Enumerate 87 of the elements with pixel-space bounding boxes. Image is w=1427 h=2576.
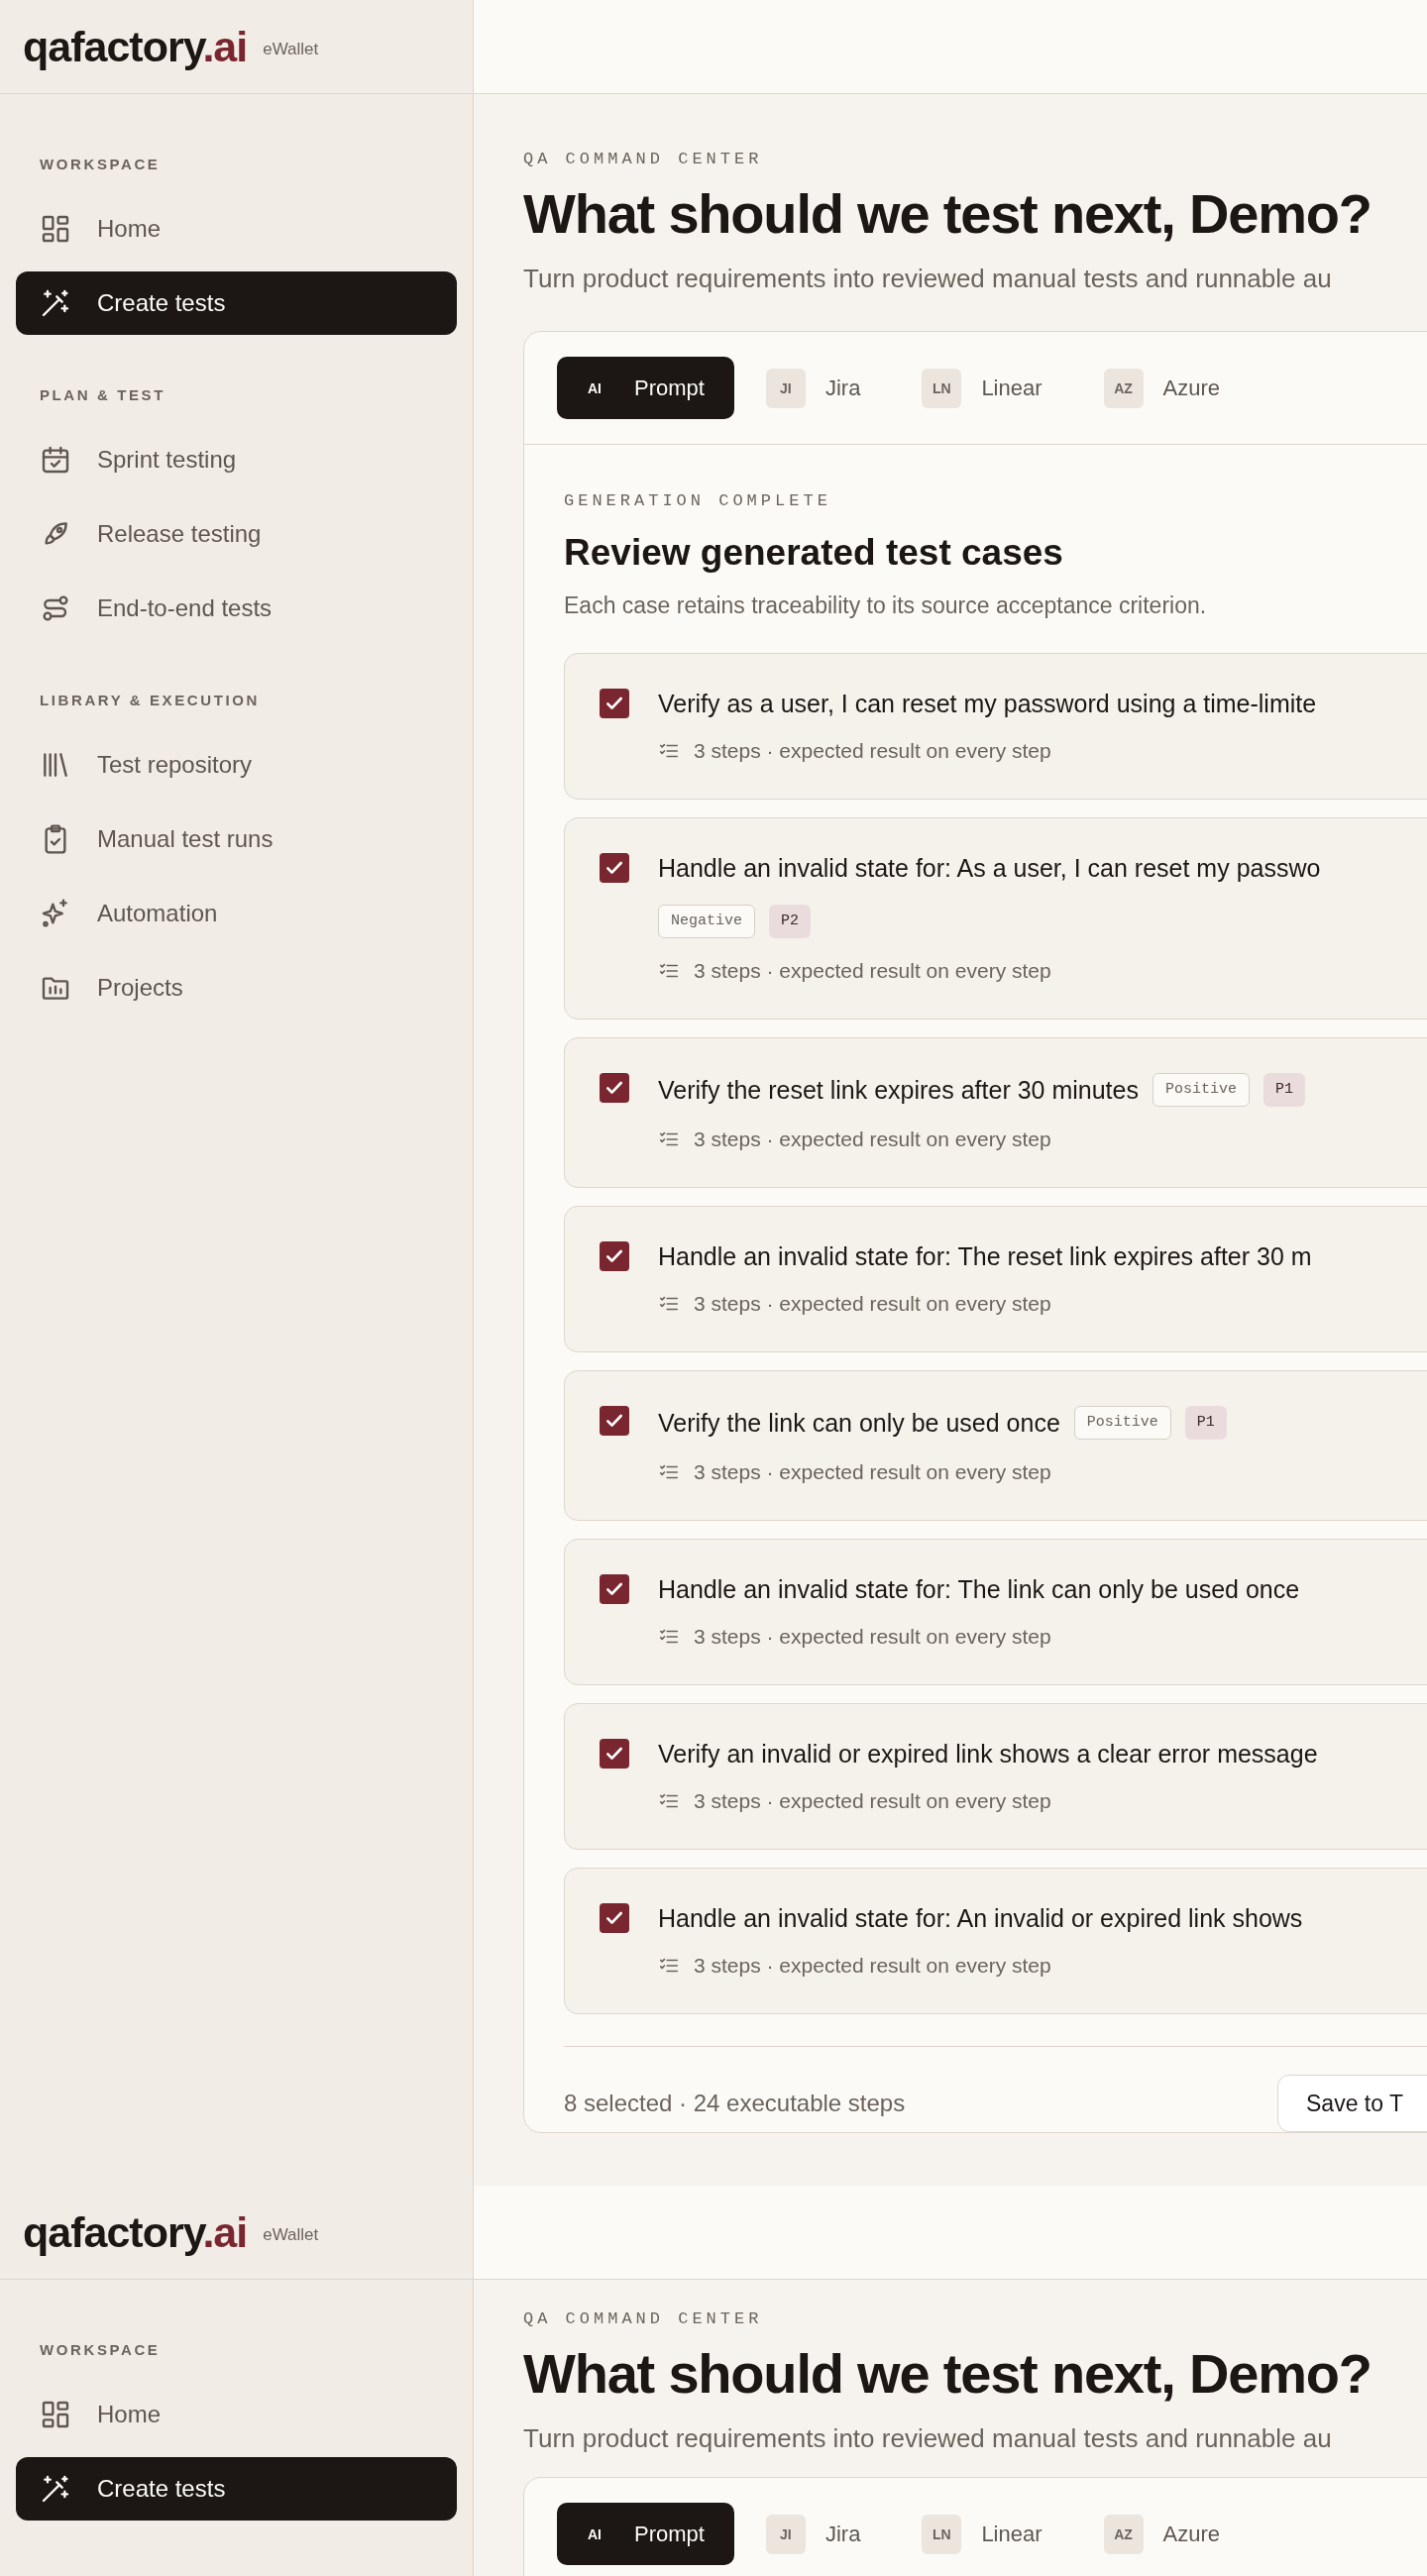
source-tab[interactable]: AI Prompt: [557, 2503, 734, 2565]
test-case-meta: 3 steps · expected result on every step: [694, 1624, 1051, 1650]
test-case-title: Handle an invalid state for: The reset link expires after 30 m: [658, 1241, 1312, 1271]
test-case-card[interactable]: Handle an invalid state for: As a user, I can reset my passwo Negative P2 3 steps · expected result on every step: [564, 817, 1427, 1020]
calendar-check-icon: [40, 444, 71, 476]
test-case-card[interactable]: Verify an invalid or expired link shows a clear error message 3 steps · expected result on every step: [564, 1703, 1427, 1850]
nav-item[interactable]: Projects: [16, 956, 457, 1020]
checkbox[interactable]: [600, 1574, 629, 1604]
checkbox[interactable]: [600, 1903, 629, 1933]
source-tab[interactable]: LN Linear: [904, 357, 1072, 419]
workspace-name: eWallet: [263, 2225, 319, 2245]
test-case-meta: 3 steps · expected result on every step: [694, 1291, 1051, 1317]
nav-item[interactable]: End-to-end tests: [16, 577, 457, 640]
section-label: LIBRARY & EXECUTION: [39, 692, 260, 709]
priority-tag: P1: [1184, 1406, 1227, 1440]
test-case-meta: 3 steps · expected result on every step: [694, 1788, 1051, 1814]
grid-icon: [40, 213, 71, 245]
test-case-card[interactable]: Handle an invalid state for: An invalid or expired link shows 3 steps · expected result on every step: [564, 1868, 1427, 2014]
source-badge: JI: [765, 368, 806, 408]
test-case-title: Verify as a user, I can reset my password using a time-limite: [658, 689, 1317, 718]
magic-wand-icon: [40, 2473, 71, 2505]
page-heading: What should we test next, Demo?: [523, 2342, 1372, 2406]
nav-item[interactable]: Create tests: [16, 271, 457, 335]
logo[interactable]: qafactory.ai: [23, 22, 248, 71]
test-case-title: Verify the link can only be used once: [658, 1408, 1060, 1438]
source-badge: JI: [765, 2514, 806, 2554]
nav-item[interactable]: Sprint testing: [16, 428, 457, 491]
source-badge: AZ: [1103, 2514, 1144, 2554]
nav-item[interactable]: Home: [16, 197, 457, 261]
section-description: Each case retains traceability to its source acceptance criterion.: [564, 592, 1208, 618]
test-case-meta: 3 steps · expected result on every step: [694, 1953, 1051, 1979]
test-case-title: Handle an invalid state for: As a user, I can reset my passwo: [658, 853, 1321, 883]
source-badge: AZ: [1103, 368, 1144, 408]
source-tab[interactable]: AZ Azure: [1085, 357, 1250, 419]
test-case-title: Handle an invalid state for: The link can only be used once: [658, 1574, 1300, 1604]
grid-icon: [40, 2399, 71, 2430]
eyebrow-label: QA COMMAND CENTER: [523, 151, 763, 168]
checkbox[interactable]: [600, 1406, 629, 1436]
eyebrow-label: QA COMMAND CENTER: [523, 2310, 763, 2328]
test-case-card[interactable]: Verify the link can only be used once Positive P1 3 steps · expected result on every step: [564, 1370, 1427, 1521]
section-label: PLAN & TEST: [39, 386, 165, 404]
test-case-card[interactable]: Verify the reset link expires after 30 minutes Positive P1 3 steps · expected result on every step: [564, 1037, 1427, 1188]
source-badge: LN: [922, 2514, 962, 2554]
checkbox[interactable]: [600, 853, 629, 883]
test-case-card[interactable]: Verify as a user, I can reset my password using a time-limite 3 steps · expected result on every step: [564, 653, 1427, 800]
priority-tag: P2: [769, 905, 812, 938]
source-tab[interactable]: AZ Azure: [1085, 2503, 1250, 2565]
workspace-name: eWallet: [263, 40, 319, 59]
type-tag: Positive: [1152, 1073, 1250, 1107]
section-label: WORKSPACE: [39, 2341, 161, 2359]
type-tag: Positive: [1073, 1406, 1171, 1440]
save-button[interactable]: Save to T: [1277, 2075, 1427, 2132]
source-tab[interactable]: JI Jira: [747, 357, 891, 419]
checkbox[interactable]: [600, 689, 629, 718]
logo[interactable]: qafactory.ai: [23, 2207, 248, 2257]
nav-item[interactable]: Automation: [16, 882, 457, 945]
magic-wand-icon: [40, 287, 71, 319]
source-badge: LN: [922, 368, 962, 408]
source-tab[interactable]: AI Prompt: [557, 357, 734, 419]
nav-item[interactable]: Release testing: [16, 502, 457, 566]
test-case-meta: 3 steps · expected result on every step: [694, 958, 1051, 984]
test-case-title: Handle an invalid state for: An invalid or expired link shows: [658, 1903, 1303, 1933]
source-tab[interactable]: LN Linear: [904, 2503, 1072, 2565]
status-label: GENERATION COMPLETE: [564, 492, 831, 510]
page-heading: What should we test next, Demo?: [523, 182, 1372, 246]
type-tag: Negative: [658, 905, 755, 938]
nav-item[interactable]: Manual test runs: [16, 807, 457, 871]
test-case-meta: 3 steps · expected result on every step: [694, 738, 1051, 764]
test-case-title: Verify the reset link expires after 30 minutes: [658, 1075, 1139, 1105]
section-label: WORKSPACE: [39, 156, 161, 173]
section-heading: Review generated test cases: [564, 532, 1064, 574]
checkbox[interactable]: [600, 1241, 629, 1271]
source-tab[interactable]: JI Jira: [747, 2503, 891, 2565]
checkbox[interactable]: [600, 1739, 629, 1769]
nav-item[interactable]: Test repository: [16, 733, 457, 797]
test-case-card[interactable]: Handle an invalid state for: The reset link expires after 30 m 3 steps · expected result on every step: [564, 1206, 1427, 1352]
test-case-meta: 3 steps · expected result on every step: [694, 1459, 1051, 1485]
page-subtitle: Turn product requirements into reviewed manual tests and runnable au: [523, 2423, 1333, 2453]
checkbox[interactable]: [600, 1073, 629, 1103]
nav-item[interactable]: Create tests: [16, 2457, 457, 2521]
priority-tag: P1: [1262, 1073, 1305, 1107]
test-case-card[interactable]: Handle an invalid state for: The link can only be used once 3 steps · expected result on every step: [564, 1539, 1427, 1685]
test-case-meta: 3 steps · expected result on every step: [694, 1127, 1051, 1152]
test-case-title: Verify an invalid or expired link shows a clear error message: [658, 1739, 1318, 1769]
nav-item[interactable]: Home: [16, 2383, 457, 2446]
page-subtitle: Turn product requirements into reviewed manual tests and runnable au: [523, 264, 1333, 293]
selection-summary: 8 selected · 24 executable steps: [564, 2090, 907, 2117]
